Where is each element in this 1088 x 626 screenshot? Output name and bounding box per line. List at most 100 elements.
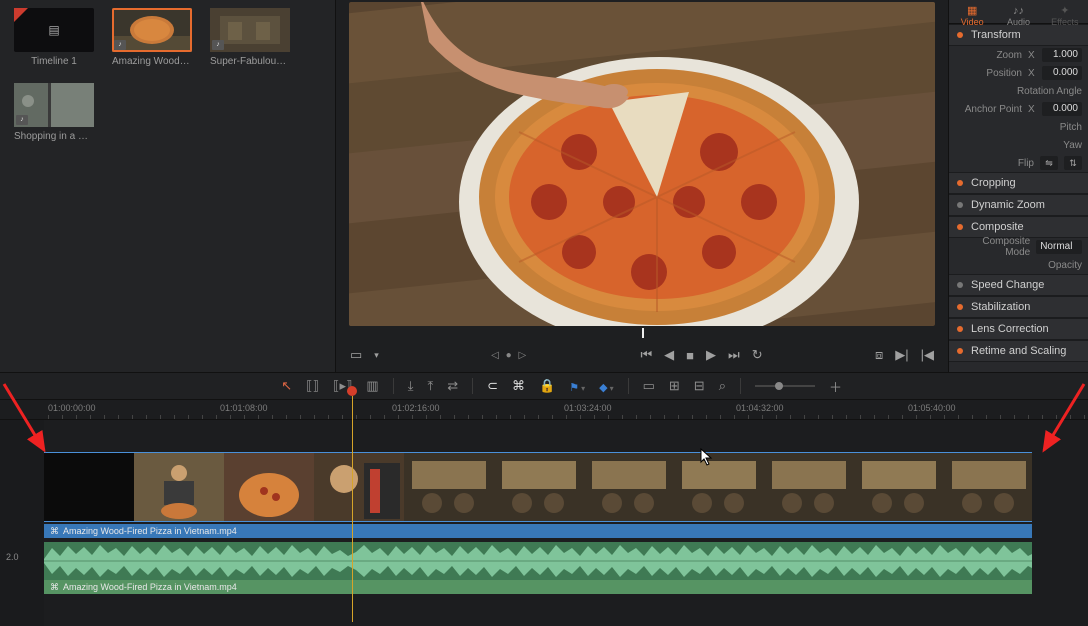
go-start-button[interactable]: ⏮	[640, 347, 652, 363]
blade-tool[interactable]: ▥	[366, 378, 378, 394]
anchor-x-input[interactable]: 0.000	[1042, 102, 1082, 116]
replace-button[interactable]: ⇄	[447, 378, 458, 394]
section-enable-dot[interactable]	[957, 282, 963, 288]
audio-clip-label[interactable]: ⌘ Amazing Wood-Fired Pizza in Vietnam.mp…	[44, 580, 1032, 594]
mediapool-item-timeline1[interactable]: ▤ Timeline 1	[14, 8, 94, 67]
playhead-line	[352, 396, 353, 622]
ruler-tick: 01:00:00:00	[48, 403, 96, 413]
section-composite[interactable]: Composite	[949, 216, 1088, 238]
section-title: Retime and Scaling	[971, 345, 1066, 357]
preview-canvas[interactable]	[349, 2, 935, 326]
section-title: Lens Correction	[971, 323, 1049, 335]
viewer: ▭ ▾ ◁ ● ▷ ⏮ ◀ ■ ▶ ⏭ ↻ ⧈ ▶| |◀	[336, 0, 948, 372]
section-enable-dot[interactable]	[957, 32, 963, 38]
prop-label: Zoom	[996, 50, 1022, 61]
play-button[interactable]: ▶	[706, 347, 716, 363]
section-cropping[interactable]: Cropping	[949, 172, 1088, 194]
video-track-clip[interactable]	[44, 452, 1032, 522]
zoom-slider[interactable]	[755, 385, 815, 387]
ruler-tick: 01:02:16:00	[392, 403, 440, 413]
selection-tool[interactable]: ↖	[281, 378, 292, 394]
timeline-toolbar: ↖ ⟦⟧ ⟦▸⟧ ▥ ⤓ ⤒ ⇄ ⊂ ⌘ 🔒 ⚑▾ ◆▾ ▭ ⊞ ⊟ ⌕ ＋	[0, 372, 1088, 400]
marker-button[interactable]: ◆▾	[599, 379, 613, 394]
audio-badge-icon: ♪	[212, 40, 224, 50]
view-options-button[interactable]: ⊟	[694, 378, 705, 394]
section-dynamic-zoom[interactable]: Dynamic Zoom	[949, 194, 1088, 216]
timeline-ruler[interactable]: 01:00:00:0001:01:08:0001:02:16:0001:03:2…	[0, 400, 1088, 420]
section-enable-dot[interactable]	[957, 326, 963, 332]
next-clip-button[interactable]: ▶|	[895, 347, 908, 363]
ruler-tick: 01:03:24:00	[564, 403, 612, 413]
scrub-mark-icon	[642, 328, 644, 338]
chevron-down-icon[interactable]: ▾	[374, 350, 379, 361]
section-enable-dot[interactable]	[957, 224, 963, 230]
flip-v-button[interactable]: ⇅	[1064, 156, 1082, 170]
audio-badge-icon: ♪	[114, 40, 126, 50]
link-button[interactable]: ⌘	[512, 378, 525, 394]
insert-button[interactable]: ⤓	[408, 378, 414, 394]
video-clip-label[interactable]: ⌘ Amazing Wood-Fired Pizza in Vietnam.mp…	[44, 524, 1032, 538]
section-title: Cropping	[971, 177, 1016, 189]
playhead[interactable]	[347, 386, 357, 396]
lock-button[interactable]: 🔒	[539, 378, 555, 394]
mediapool-item-amazing-wood[interactable]: ♪ Amazing Wood-Fir...	[112, 8, 192, 67]
section-enable-dot[interactable]	[957, 180, 963, 186]
prev-frame-button[interactable]: ◀	[664, 347, 674, 363]
mediapool-item-super-fabulous[interactable]: ♪ Super-Fabulous R...	[210, 8, 290, 67]
inspector-tabs: ▦ Video ♪♪ Audio ✦ Effects	[949, 0, 1088, 24]
overwrite-button[interactable]: ⤒	[427, 378, 433, 394]
audio-badge-icon: ♪	[16, 115, 28, 125]
inspector-tab-effects[interactable]: ✦ Effects	[1042, 0, 1088, 23]
snap-button[interactable]: ⊂	[487, 378, 498, 394]
zoom-x-input[interactable]: 1.000	[1042, 48, 1082, 62]
prop-label: Opacity	[1048, 260, 1082, 271]
inspector-tab-label: Video	[961, 17, 984, 27]
mediapool-item-label: Timeline 1	[14, 56, 94, 67]
inspector: ▦ Video ♪♪ Audio ✦ Effects Transform Zoo…	[948, 0, 1088, 372]
prop-label: Flip	[1018, 158, 1034, 169]
media-pool: ▤ Timeline 1 ♪ Amazing Wood-Fir...	[0, 0, 336, 372]
timeline-tracks: 2.0 ⌘ Amazing Wood-Fired Pizza in Vietna…	[0, 420, 1088, 626]
stop-button[interactable]: ■	[686, 348, 694, 363]
section-retime-scaling[interactable]: Retime and Scaling	[949, 340, 1088, 362]
viewer-nav-dots[interactable]: ◁ ● ▷	[491, 350, 528, 361]
audio-track-clip[interactable]	[44, 542, 1032, 580]
index-button[interactable]: ⊞	[669, 378, 680, 394]
section-title: Transform	[971, 29, 1021, 41]
inspector-tab-label: Audio	[1007, 17, 1030, 27]
section-enable-dot[interactable]	[957, 202, 963, 208]
timeline: 01:00:00:0001:01:08:0001:02:16:0001:03:2…	[0, 400, 1088, 626]
zoom-add-button[interactable]: ＋	[829, 377, 842, 396]
composite-mode-select[interactable]: Normal	[1036, 240, 1082, 254]
mediapool-item-shopping[interactable]: ♪ Shopping in a Viet...	[14, 83, 94, 142]
inspector-tab-video[interactable]: ▦ Video	[949, 0, 995, 23]
section-enable-dot[interactable]	[957, 304, 963, 310]
zoom-knob[interactable]	[775, 382, 783, 390]
flag-button[interactable]: ⚑▾	[569, 379, 585, 394]
prop-label: Yaw	[1063, 140, 1082, 151]
section-lens-correction[interactable]: Lens Correction	[949, 318, 1088, 340]
viewer-scrubbar[interactable]	[368, 328, 916, 340]
viewer-crop-button[interactable]: ▭	[350, 347, 362, 363]
section-enable-dot[interactable]	[957, 348, 963, 354]
section-title: Dynamic Zoom	[971, 199, 1045, 211]
search-button[interactable]: ⌕	[719, 378, 726, 394]
flip-h-button[interactable]: ⇋	[1040, 156, 1058, 170]
prop-label: Composite Mode	[955, 236, 1030, 258]
section-stabilization[interactable]: Stabilization	[949, 296, 1088, 318]
inspector-tab-audio[interactable]: ♪♪ Audio	[995, 0, 1041, 23]
go-end-button[interactable]: |◀	[921, 347, 934, 363]
trim-tool[interactable]: ⟦⟧	[306, 378, 319, 394]
timeline-icon: ▤	[48, 23, 59, 37]
next-frame-button[interactable]: ⏭	[728, 347, 740, 363]
loop-button[interactable]: ↻	[752, 347, 763, 363]
prop-label: Position	[986, 68, 1022, 79]
timeline-badge-icon	[14, 8, 28, 22]
match-frame-button[interactable]: ⧈	[875, 347, 883, 363]
position-x-input[interactable]: 0.000	[1042, 66, 1082, 80]
effects-icon: ✦	[1042, 6, 1088, 16]
section-speed-change[interactable]: Speed Change	[949, 274, 1088, 296]
captions-button[interactable]: ▭	[643, 378, 655, 394]
section-title: Stabilization	[971, 301, 1030, 313]
prop-label: Pitch	[1060, 122, 1082, 133]
